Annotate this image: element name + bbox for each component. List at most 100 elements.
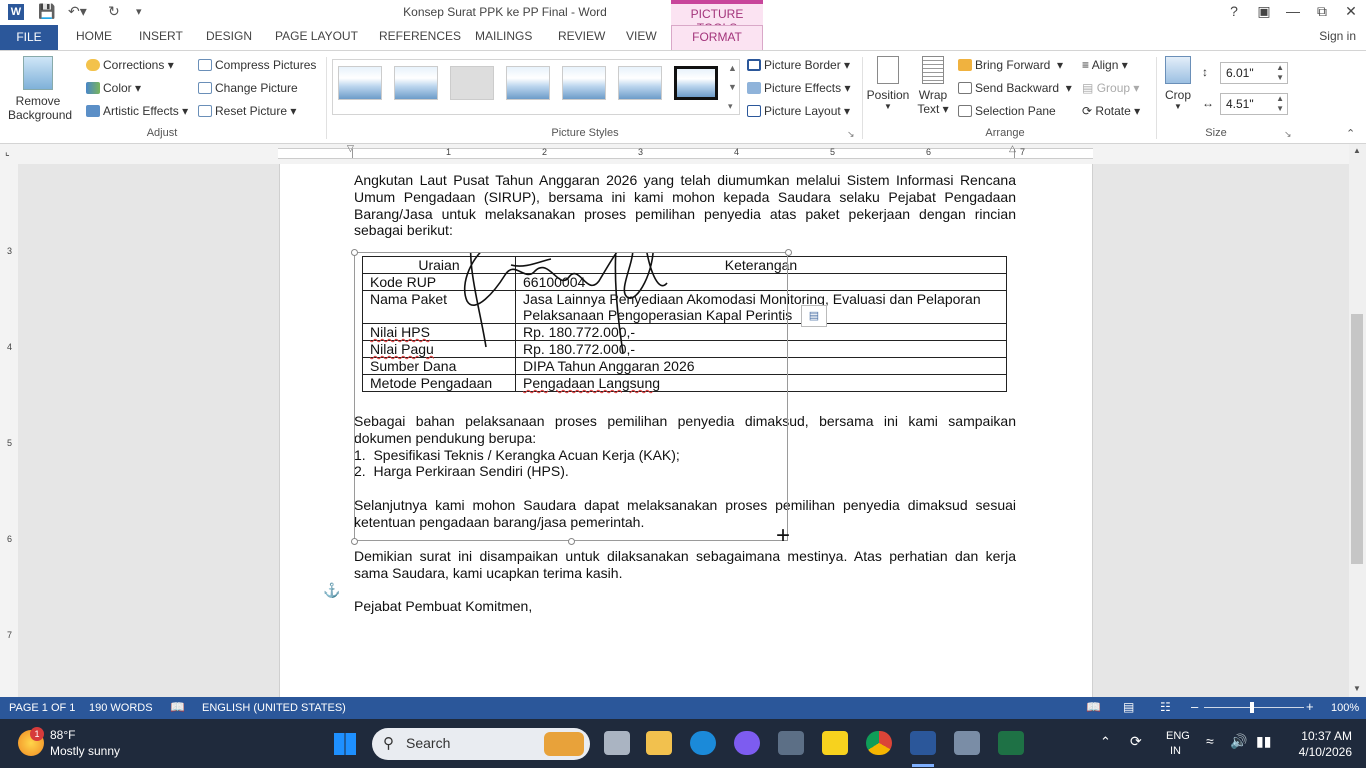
language-indicator[interactable]: ENGLISH (UNITED STATES): [202, 702, 346, 714]
tab-references[interactable]: REFERENCES: [379, 29, 461, 43]
show-hidden-icons[interactable]: ⌃: [1100, 734, 1111, 750]
file-explorer-icon[interactable]: [646, 731, 672, 755]
clock-date[interactable]: 4/10/2026: [1290, 745, 1352, 759]
right-indent-marker-icon[interactable]: △: [1009, 143, 1016, 154]
minimize-icon[interactable]: —: [1279, 3, 1307, 19]
picture-style-thumb[interactable]: [674, 66, 718, 100]
picture-style-thumb[interactable]: [338, 66, 382, 100]
tab-file[interactable]: FILE: [0, 25, 58, 50]
picture-border-button[interactable]: Picture Border ▾: [747, 58, 850, 72]
tab-design[interactable]: DESIGN: [206, 29, 252, 43]
language-line-2[interactable]: IN: [1170, 745, 1181, 757]
task-view-icon[interactable]: [604, 731, 630, 755]
resize-handle[interactable]: [351, 538, 358, 545]
scroll-up-icon[interactable]: ▲: [1353, 146, 1361, 155]
weather-temp[interactable]: 88°F: [50, 728, 75, 742]
word-taskbar-icon[interactable]: [910, 731, 936, 755]
artistic-effects-button[interactable]: Artistic Effects ▾: [86, 104, 188, 118]
indent-marker-icon[interactable]: ▽: [347, 143, 354, 154]
group-button[interactable]: ▤ Group ▾: [1082, 81, 1139, 95]
weather-desc[interactable]: Mostly sunny: [50, 744, 120, 758]
calculator-icon[interactable]: [954, 731, 980, 755]
language-line-1[interactable]: ENG: [1166, 730, 1190, 742]
color-button[interactable]: Color ▾: [86, 81, 141, 95]
shape-width-input[interactable]: 4.51" ▲ ▼: [1220, 93, 1288, 115]
bring-forward-button[interactable]: Bring Forward ▾: [958, 58, 1063, 72]
sync-icon[interactable]: ⟳: [1130, 733, 1142, 750]
position-icon: [877, 56, 899, 84]
camera-icon[interactable]: [778, 731, 804, 755]
reset-picture-button[interactable]: Reset Picture ▾: [198, 104, 296, 118]
resize-handle[interactable]: [568, 538, 575, 545]
selected-picture[interactable]: [351, 249, 792, 545]
scroll-down-icon[interactable]: ▼: [1353, 684, 1361, 693]
scroll-thumb[interactable]: [1351, 314, 1363, 564]
align-button[interactable]: ≡ Align ▾: [1082, 58, 1128, 72]
picture-style-thumb[interactable]: [618, 66, 662, 100]
picture-layout-button[interactable]: Picture Layout ▾: [747, 104, 850, 118]
windows-start-icon[interactable]: [334, 733, 356, 755]
close-icon[interactable]: ✕: [1337, 3, 1365, 20]
tab-page-layout[interactable]: PAGE LAYOUT: [275, 29, 358, 43]
corrections-button[interactable]: Corrections ▾: [86, 58, 174, 72]
wifi-icon[interactable]: ≈: [1206, 733, 1214, 749]
layout-options-icon[interactable]: ▤: [801, 305, 827, 327]
dialog-launcher-icon[interactable]: ↘: [847, 129, 855, 140]
tab-format[interactable]: FORMAT: [671, 25, 763, 50]
picture-style-thumb[interactable]: [562, 66, 606, 100]
picture-effects-button[interactable]: Picture Effects ▾: [747, 81, 851, 95]
horizontal-ruler[interactable]: 1 2 3 4 5 6 7 ▽ △: [278, 143, 1093, 159]
read-mode-icon[interactable]: 📖: [1086, 700, 1101, 714]
tab-view[interactable]: VIEW: [626, 29, 657, 43]
zoom-in-icon[interactable]: +: [1306, 699, 1314, 714]
collapse-ribbon-icon[interactable]: ⌃: [1346, 127, 1355, 140]
ribbon-display-options-icon[interactable]: ▣: [1250, 3, 1278, 20]
zoom-out-icon[interactable]: –: [1191, 699, 1198, 714]
spinner-icon[interactable]: ▲ ▼: [1276, 94, 1284, 114]
shape-height-input[interactable]: 6.01" ▲ ▼: [1220, 62, 1288, 84]
word-count[interactable]: 190 WORDS: [89, 702, 153, 714]
sticky-notes-icon[interactable]: [822, 731, 848, 755]
document-page[interactable]: Angkutan Laut Pusat Tahun Anggaran 2026 …: [279, 164, 1093, 697]
send-backward-button[interactable]: Send Backward ▾: [958, 81, 1072, 95]
copilot-icon[interactable]: [734, 731, 760, 755]
page-count[interactable]: PAGE 1 OF 1: [9, 702, 75, 714]
web-layout-icon[interactable]: ☷: [1160, 700, 1171, 714]
zoom-slider-thumb[interactable]: [1250, 702, 1254, 713]
resize-handle[interactable]: [785, 249, 792, 256]
tab-home[interactable]: HOME: [76, 29, 112, 43]
position-button[interactable]: Position ▼: [866, 56, 910, 111]
wrap-text-button[interactable]: Wrap Text ▾: [914, 56, 952, 116]
compress-pictures-button[interactable]: Compress Pictures: [198, 58, 316, 72]
volume-icon[interactable]: 🔊: [1230, 733, 1247, 750]
tab-selector-icon[interactable]: ⌞: [5, 147, 10, 158]
restore-icon[interactable]: ⧉: [1308, 3, 1336, 20]
help-icon[interactable]: ?: [1220, 3, 1248, 19]
picture-style-thumb[interactable]: [506, 66, 550, 100]
picture-style-thumb[interactable]: [450, 66, 494, 100]
tab-mailings[interactable]: MAILINGS: [475, 29, 532, 43]
chrome-icon[interactable]: [866, 731, 892, 755]
resize-handle[interactable]: [351, 249, 358, 256]
tab-review[interactable]: REVIEW: [558, 29, 605, 43]
battery-icon[interactable]: ▮▮: [1256, 733, 1271, 750]
remove-background-button[interactable]: Remove Background: [8, 56, 72, 122]
selection-pane-button[interactable]: Selection Pane: [958, 104, 1056, 118]
clock-time[interactable]: 10:37 AM: [1294, 729, 1352, 743]
change-picture-button[interactable]: Change Picture: [198, 81, 298, 95]
gallery-scroll-icon[interactable]: ▲ ▼ ▾: [728, 59, 737, 116]
print-layout-icon[interactable]: ▤: [1123, 700, 1134, 714]
spinner-icon[interactable]: ▲ ▼: [1276, 63, 1284, 83]
proofing-icon[interactable]: 📖: [170, 700, 185, 714]
vertical-scrollbar[interactable]: ▲ ▼: [1349, 144, 1366, 697]
rotate-button[interactable]: ⟳ Rotate ▾: [1082, 104, 1140, 118]
picture-style-thumb[interactable]: [394, 66, 438, 100]
zoom-level[interactable]: 100%: [1331, 702, 1359, 714]
edge-icon[interactable]: [690, 731, 716, 755]
sign-in-link[interactable]: Sign in: [1319, 29, 1356, 43]
zoom-slider[interactable]: [1204, 707, 1304, 708]
crop-button[interactable]: Crop ▼: [1160, 56, 1196, 111]
tab-insert[interactable]: INSERT: [139, 29, 183, 43]
excel-icon[interactable]: [998, 731, 1024, 755]
dialog-launcher-icon[interactable]: ↘: [1284, 129, 1292, 140]
